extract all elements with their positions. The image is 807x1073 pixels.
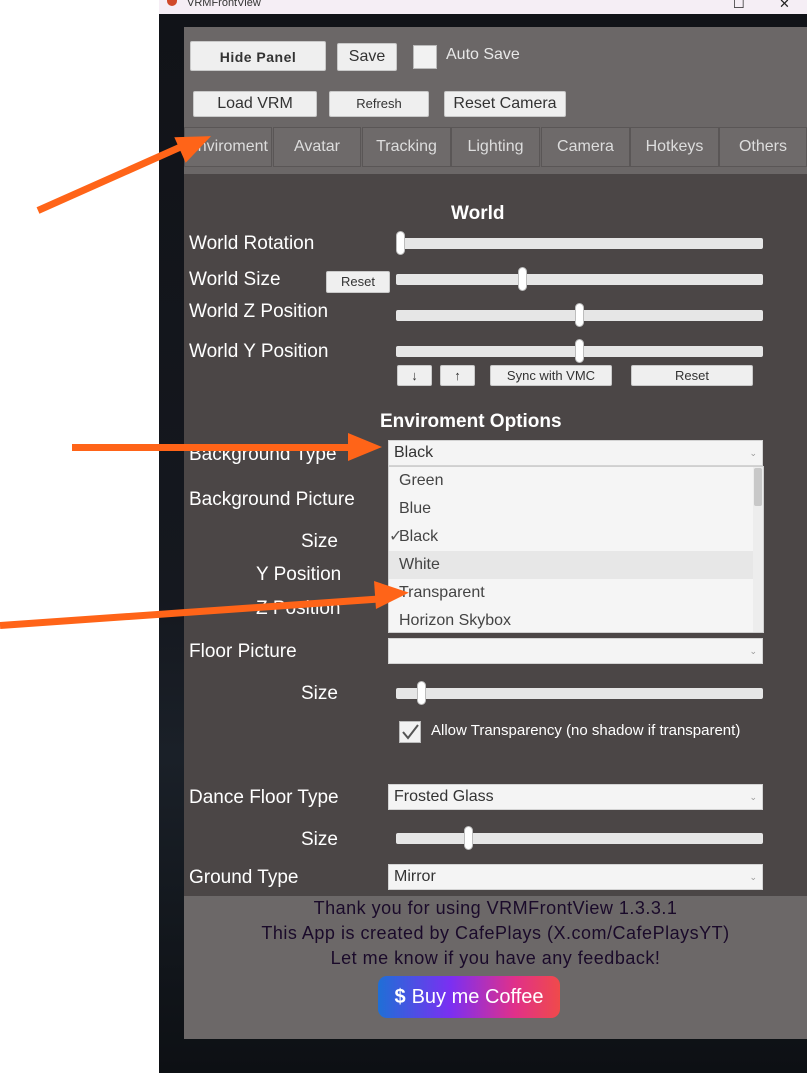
slider-thumb[interactable]	[417, 681, 427, 705]
dropdown-option-label: Black	[399, 528, 439, 545]
tab-camera[interactable]: Camera	[541, 127, 630, 167]
buy-me-coffee-label: Buy me Coffee	[411, 986, 544, 1008]
dropdown-option-blue[interactable]: Blue	[389, 495, 755, 523]
allow-transparency-checkbox[interactable]	[399, 721, 421, 743]
ground-type-label: Ground Type	[189, 867, 299, 888]
background-type-select[interactable]: Black ⌄	[388, 440, 763, 466]
slider-thumb[interactable]	[396, 231, 405, 255]
dropdown-option-black[interactable]: ✓ Black	[389, 523, 755, 551]
dance-floor-type-select[interactable]: Frosted Glass ⌄	[388, 784, 763, 810]
up-button[interactable]: ↑	[440, 365, 475, 386]
dropdown-option-horizon-skybox[interactable]: Horizon Skybox	[389, 607, 755, 635]
chevron-down-icon: ⌄	[749, 646, 757, 656]
check-icon	[402, 724, 419, 740]
world-reset-button[interactable]: Reset	[631, 365, 753, 386]
slider-thumb[interactable]	[464, 826, 474, 850]
annotation-arrow-background-type	[72, 444, 352, 451]
auto-save-label: Auto Save	[446, 46, 520, 63]
chevron-down-icon: ⌄	[749, 792, 757, 802]
world-rotation-label: World Rotation	[189, 233, 315, 254]
app-icon	[167, 0, 177, 6]
dance-floor-size-label: Size	[301, 829, 338, 850]
dollar-icon: $	[394, 986, 406, 1008]
title-bar: VRMFrontView ☐ ✕	[159, 0, 807, 14]
floor-size-label: Size	[301, 683, 338, 704]
world-y-position-slider[interactable]	[396, 339, 763, 363]
world-rotation-slider[interactable]	[396, 231, 763, 255]
load-vrm-button[interactable]: Load VRM	[193, 91, 317, 117]
world-header: World	[451, 203, 505, 224]
floor-picture-select[interactable]: ⌄	[388, 638, 763, 664]
background-type-dropdown: Green Blue ✓ Black White Transparent Hor…	[388, 466, 764, 633]
footer: Thank you for using VRMFrontView 1.3.3.1…	[184, 896, 807, 1039]
dance-floor-size-slider[interactable]	[396, 826, 763, 850]
background-picture-label: Background Picture	[189, 489, 355, 510]
tab-hotkeys[interactable]: Hotkeys	[630, 127, 719, 167]
dance-floor-type-label: Dance Floor Type	[189, 787, 339, 808]
allow-transparency-label: Allow Transparency (no shadow if transpa…	[431, 722, 741, 739]
background-size-label: Size	[301, 531, 338, 552]
world-size-reset-button[interactable]: Reset	[326, 271, 390, 293]
slider-thumb[interactable]	[575, 339, 584, 363]
close-icon[interactable]: ✕	[779, 0, 790, 12]
annotation-arrowhead-transparent	[374, 578, 410, 609]
floor-picture-label: Floor Picture	[189, 641, 297, 662]
hide-panel-button[interactable]: Hide Panel	[190, 41, 326, 71]
slider-thumb[interactable]	[575, 303, 584, 327]
world-z-position-label: World Z Position	[189, 301, 329, 322]
ground-type-select[interactable]: Mirror ⌄	[388, 864, 763, 890]
down-button[interactable]: ↓	[397, 365, 432, 386]
scrollbar-thumb[interactable]	[754, 468, 762, 506]
chevron-down-icon: ⌄	[749, 448, 757, 458]
tab-avatar[interactable]: Avatar	[273, 127, 361, 167]
enviroment-options-header: Enviroment Options	[380, 411, 562, 432]
dropdown-option-white[interactable]: White	[389, 551, 755, 579]
annotation-arrowhead-background-type	[348, 433, 382, 461]
reset-camera-button[interactable]: Reset Camera	[444, 91, 566, 117]
background-type-value: Black	[394, 444, 434, 461]
app-window: VRMFrontView ☐ ✕ Hide Panel Save Auto Sa…	[159, 0, 807, 1073]
dropdown-option-transparent[interactable]: Transparent	[389, 579, 755, 607]
buy-me-coffee-button[interactable]: $ Buy me Coffee	[378, 976, 560, 1018]
window-title: VRMFrontView	[187, 0, 261, 9]
auto-save-checkbox[interactable]	[413, 45, 437, 69]
refresh-button[interactable]: Refresh	[329, 91, 429, 117]
slider-thumb[interactable]	[517, 267, 527, 291]
dropdown-option-green[interactable]: Green	[389, 467, 755, 495]
world-z-position-slider[interactable]	[396, 303, 763, 327]
dance-floor-type-value: Frosted Glass	[394, 788, 494, 805]
world-y-position-label: World Y Position	[189, 341, 329, 362]
footer-thanks: Thank you for using VRMFrontView 1.3.3.1	[313, 898, 678, 918]
ground-type-value: Mirror	[394, 868, 436, 885]
background-y-position-label: Y Position	[256, 564, 342, 585]
dropdown-scrollbar[interactable]	[753, 467, 763, 632]
checkmark-icon: ✓	[389, 528, 403, 545]
chevron-down-icon: ⌄	[749, 872, 757, 882]
world-size-label: World Size	[189, 269, 281, 290]
world-size-slider[interactable]	[396, 267, 763, 291]
tab-tracking[interactable]: Tracking	[362, 127, 451, 167]
save-button[interactable]: Save	[337, 43, 397, 71]
tab-others[interactable]: Others	[719, 127, 807, 167]
sync-with-vmc-button[interactable]: Sync with VMC	[490, 365, 612, 386]
footer-feedback: Let me know if you have any feedback!	[330, 948, 661, 968]
floor-size-slider[interactable]	[396, 681, 763, 705]
maximize-icon[interactable]: ☐	[733, 0, 745, 12]
footer-credit: This App is created by CafePlays (X.com/…	[261, 923, 730, 943]
tab-lighting[interactable]: Lighting	[451, 127, 540, 167]
